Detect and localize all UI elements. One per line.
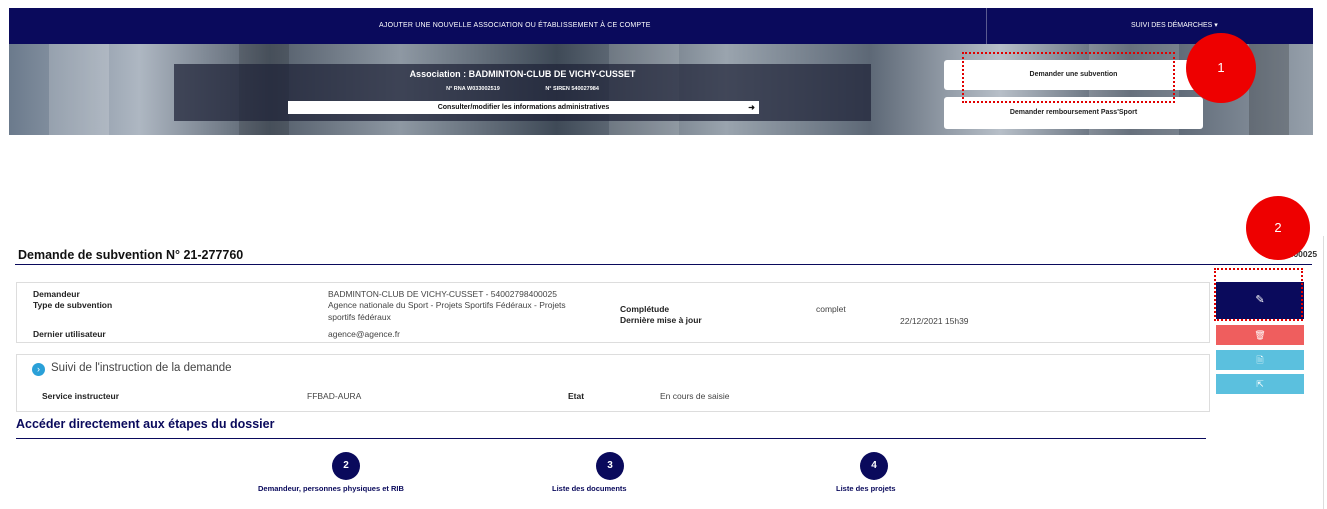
- document-button[interactable]: 🗎: [1216, 350, 1304, 370]
- annotation-highlight-2: [1214, 268, 1303, 321]
- request-title-divider: [15, 264, 1312, 265]
- demandeur-value: BADMINTON-CLUB DE VICHY-CUSSET - 5400279…: [328, 289, 557, 299]
- annotation-highlight-1: [962, 52, 1175, 103]
- completude-label: Complétude: [620, 304, 670, 314]
- step-3-link[interactable]: Liste des documents: [552, 484, 627, 493]
- association-identifiers: N° RNA W033002519 N° SIREN 540027984: [174, 86, 871, 92]
- export-icon: ⇱: [1256, 379, 1264, 389]
- dernier-utilisateur-value: agence@agence.fr: [328, 329, 400, 339]
- etat-label: Etat: [568, 391, 585, 401]
- consult-admin-info-button[interactable]: Consulter/modifier les informations admi…: [288, 101, 759, 114]
- demandeur-label: Demandeur: [33, 289, 80, 299]
- suivi-instruction-title[interactable]: Suivi de l'instruction de la demande: [51, 362, 232, 374]
- right-divider: [1323, 236, 1324, 509]
- etat-value: En cours de saisie: [660, 391, 730, 401]
- step-2-link[interactable]: Demandeur, personnes physiques et RIB: [258, 484, 404, 493]
- chevron-down-icon: ▾: [1214, 22, 1218, 29]
- request-title: Demande de subvention N° 21-277760: [18, 248, 244, 262]
- export-button[interactable]: ⇱: [1216, 374, 1304, 394]
- document-icon: 🗎: [1256, 355, 1264, 365]
- association-title: Association : BADMINTON-CLUB DE VICHY-CU…: [409, 69, 636, 79]
- step-4-link[interactable]: Liste des projets: [836, 484, 896, 493]
- derniere-maj-label: Dernière mise à jour: [620, 315, 702, 325]
- steps-title: Accéder directement aux étapes du dossie…: [16, 417, 275, 431]
- rna-number: N° RNA W033002519: [446, 86, 500, 92]
- arrow-right-icon: ➜: [748, 103, 755, 112]
- nav-separator: [986, 8, 987, 44]
- top-navbar: AJOUTER UNE NOUVELLE ASSOCIATION OU ÉTAB…: [9, 8, 1313, 44]
- service-instructeur-label: Service instructeur: [42, 391, 120, 401]
- steps-divider: [16, 438, 1206, 439]
- dernier-utilisateur-label: Dernier utilisateur: [33, 329, 106, 339]
- type-subvention-label: Type de subvention: [33, 300, 113, 310]
- derniere-maj-value: 22/12/2021 15h39: [900, 316, 969, 326]
- completude-value: complet: [816, 304, 846, 314]
- trash-icon: 🗑: [1254, 330, 1266, 340]
- delete-request-button[interactable]: 🗑: [1216, 325, 1304, 345]
- annotation-badge-1: 1: [1186, 33, 1256, 103]
- type-subvention-value-line2: sportifs fédéraux: [328, 312, 391, 322]
- step-3-circle[interactable]: 3: [596, 452, 624, 480]
- consult-admin-info-label: Consulter/modifier les informations admi…: [437, 104, 610, 111]
- siren-number: N° SIREN 540027984: [545, 86, 599, 92]
- chevron-right-icon[interactable]: ›: [32, 363, 45, 376]
- step-4-circle[interactable]: 4: [860, 452, 888, 480]
- request-info-panel: [16, 282, 1210, 343]
- type-subvention-value-line1: Agence nationale du Sport - Projets Spor…: [328, 300, 566, 310]
- annotation-badge-2: 2: [1246, 196, 1310, 260]
- add-association-link[interactable]: AJOUTER UNE NOUVELLE ASSOCIATION OU ÉTAB…: [379, 8, 651, 44]
- suivi-demarches-label: SUIVI DES DÉMARCHES: [1131, 22, 1213, 29]
- step-2-circle[interactable]: 2: [332, 452, 360, 480]
- service-instructeur-value: FFBAD-AURA: [307, 391, 362, 401]
